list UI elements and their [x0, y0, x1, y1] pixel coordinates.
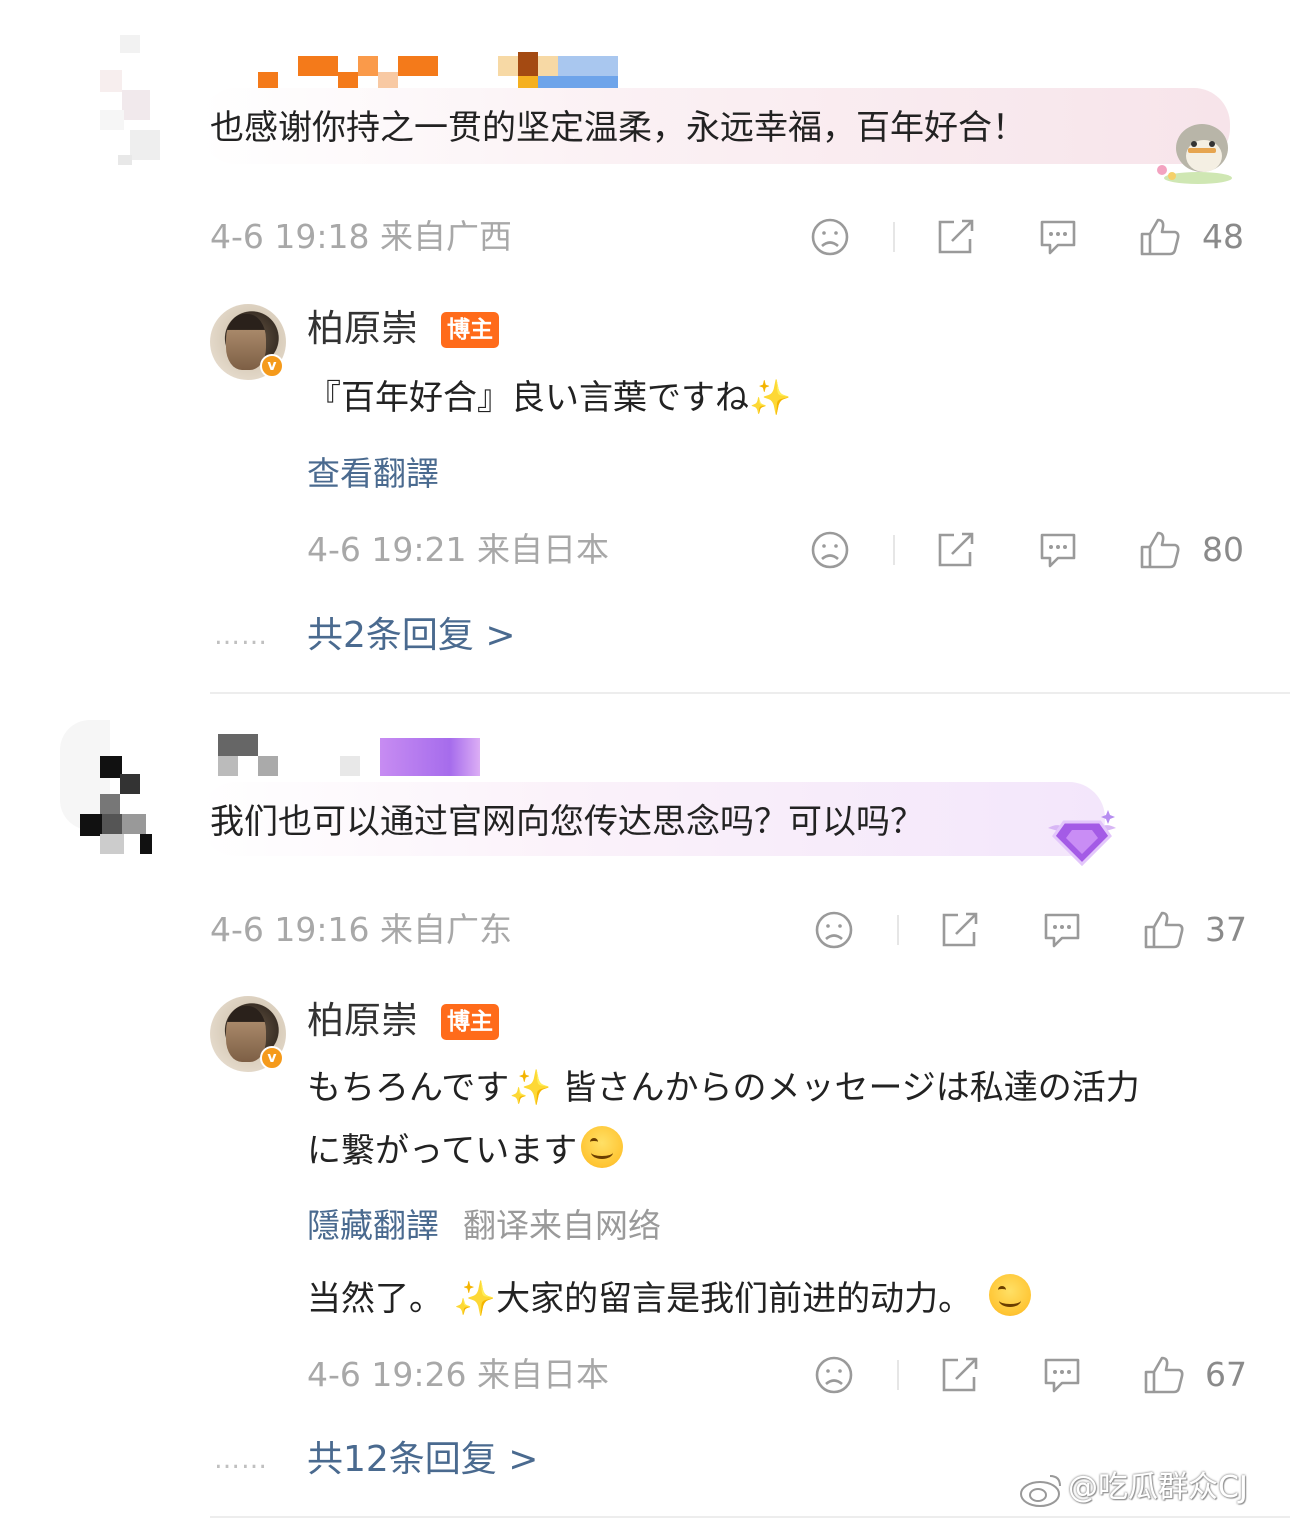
translation-part: 当然了。	[307, 1279, 454, 1319]
share-icon[interactable]	[934, 530, 978, 570]
comment-meta: 4-6 19:18 来自广西 48	[210, 212, 1250, 262]
comment-divider	[210, 1516, 1290, 1518]
comment-icon[interactable]	[1036, 217, 1080, 257]
reply-author-name[interactable]: 柏原崇	[307, 998, 418, 1044]
avatar-pixelated[interactable]	[80, 30, 170, 170]
diamond-badge-icon	[1042, 806, 1122, 868]
watermark-text: @吃瓜群众CJ	[1068, 1470, 1248, 1505]
like-count: 37	[1205, 910, 1247, 949]
view-translation-link[interactable]: 查看翻譯	[307, 452, 439, 496]
like-count: 48	[1202, 217, 1244, 256]
sparkles-icon: ✨	[509, 1068, 552, 1108]
comment-time: 4-6 19:16	[210, 910, 370, 949]
reply-text-part: もちろんです	[307, 1068, 510, 1108]
comment-icon[interactable]	[1040, 910, 1084, 950]
comment-divider	[210, 692, 1290, 694]
author-badge: 博主	[441, 312, 499, 348]
reply-meta: 4-6 19:26 来自日本 67	[307, 1350, 1250, 1400]
smile-emoji-icon	[581, 1126, 624, 1168]
more-replies-dots: ……	[214, 621, 268, 651]
action-divider	[893, 222, 895, 252]
comment-location: 来自广西	[380, 217, 512, 256]
reply-text-body: 『百年好合』良い言葉ですね	[307, 378, 749, 418]
action-divider	[893, 535, 895, 565]
username-pixelated[interactable]	[218, 734, 488, 778]
reply-time: 4-6 19:26	[307, 1355, 467, 1394]
reply-text: 『百年好合』良い言葉ですね✨	[307, 376, 791, 420]
comment-time: 4-6 19:18	[210, 217, 370, 256]
reply-meta: 4-6 19:21 来自日本 80	[307, 525, 1250, 575]
reply-time: 4-6 19:21	[307, 530, 467, 569]
share-icon[interactable]	[934, 217, 978, 257]
dislike-icon[interactable]	[812, 1355, 856, 1395]
like-icon[interactable]	[1138, 530, 1182, 570]
action-divider	[897, 1360, 899, 1390]
comment-text: 我们也可以通过官网向您传达思念吗？可以吗？	[210, 802, 924, 842]
sparkles-icon: ✨	[453, 1279, 497, 1319]
translation-text: 当然了。 ✨大家的留言是我们前进的动力。	[307, 1274, 1031, 1321]
dislike-icon[interactable]	[808, 530, 852, 570]
comment-meta: 4-6 19:16 来自广东 37	[210, 905, 1250, 955]
verified-badge-icon: v	[260, 354, 284, 378]
reply-text-part: に繋がっています	[307, 1131, 578, 1171]
reply-location: 来自日本	[477, 1355, 609, 1394]
smile-emoji-icon	[988, 1274, 1031, 1316]
hide-translation-link[interactable]: 隱藏翻譯	[307, 1204, 439, 1248]
like-icon[interactable]	[1138, 217, 1182, 257]
sparkles-icon: ✨	[749, 378, 792, 418]
comment-icon[interactable]	[1040, 1355, 1084, 1395]
translation-part: 大家的留言是我们前进的动力。	[496, 1279, 983, 1319]
reply-author-name[interactable]: 柏原崇	[307, 306, 418, 352]
comment-location: 来自广东	[380, 910, 512, 949]
share-icon[interactable]	[938, 910, 982, 950]
reply-text-part: 皆さんからのメッセージは私達の活力	[551, 1068, 1140, 1108]
like-count: 67	[1205, 1355, 1247, 1394]
comment-text: 也感谢你持之一贯的坚定温柔，永远幸福，百年好合！	[210, 108, 1026, 148]
like-count: 80	[1202, 530, 1244, 569]
comment-icon[interactable]	[1036, 530, 1080, 570]
more-replies-link[interactable]: 共2条回复 >	[307, 614, 516, 658]
reply-text-line1: もちろんです✨ 皆さんからのメッセージは私達の活力	[307, 1066, 1140, 1110]
reply-location: 来自日本	[477, 530, 609, 569]
verified-badge-icon: v	[260, 1046, 284, 1070]
more-replies-link[interactable]: 共12条回复 >	[307, 1438, 538, 1482]
action-divider	[897, 915, 899, 945]
author-badge: 博主	[441, 1004, 499, 1040]
hamster-sticker-icon	[1150, 112, 1236, 186]
dislike-icon[interactable]	[812, 910, 856, 950]
weibo-logo-icon	[1018, 1470, 1066, 1508]
translation-source: 翻译来自网络	[463, 1206, 661, 1245]
avatar-pixelated[interactable]	[40, 720, 170, 860]
share-icon[interactable]	[938, 1355, 982, 1395]
like-icon[interactable]	[1142, 1355, 1186, 1395]
like-icon[interactable]	[1142, 910, 1186, 950]
dislike-icon[interactable]	[808, 217, 852, 257]
reply-text-line2: に繋がっています	[307, 1126, 624, 1173]
more-replies-dots: ……	[214, 1445, 268, 1475]
